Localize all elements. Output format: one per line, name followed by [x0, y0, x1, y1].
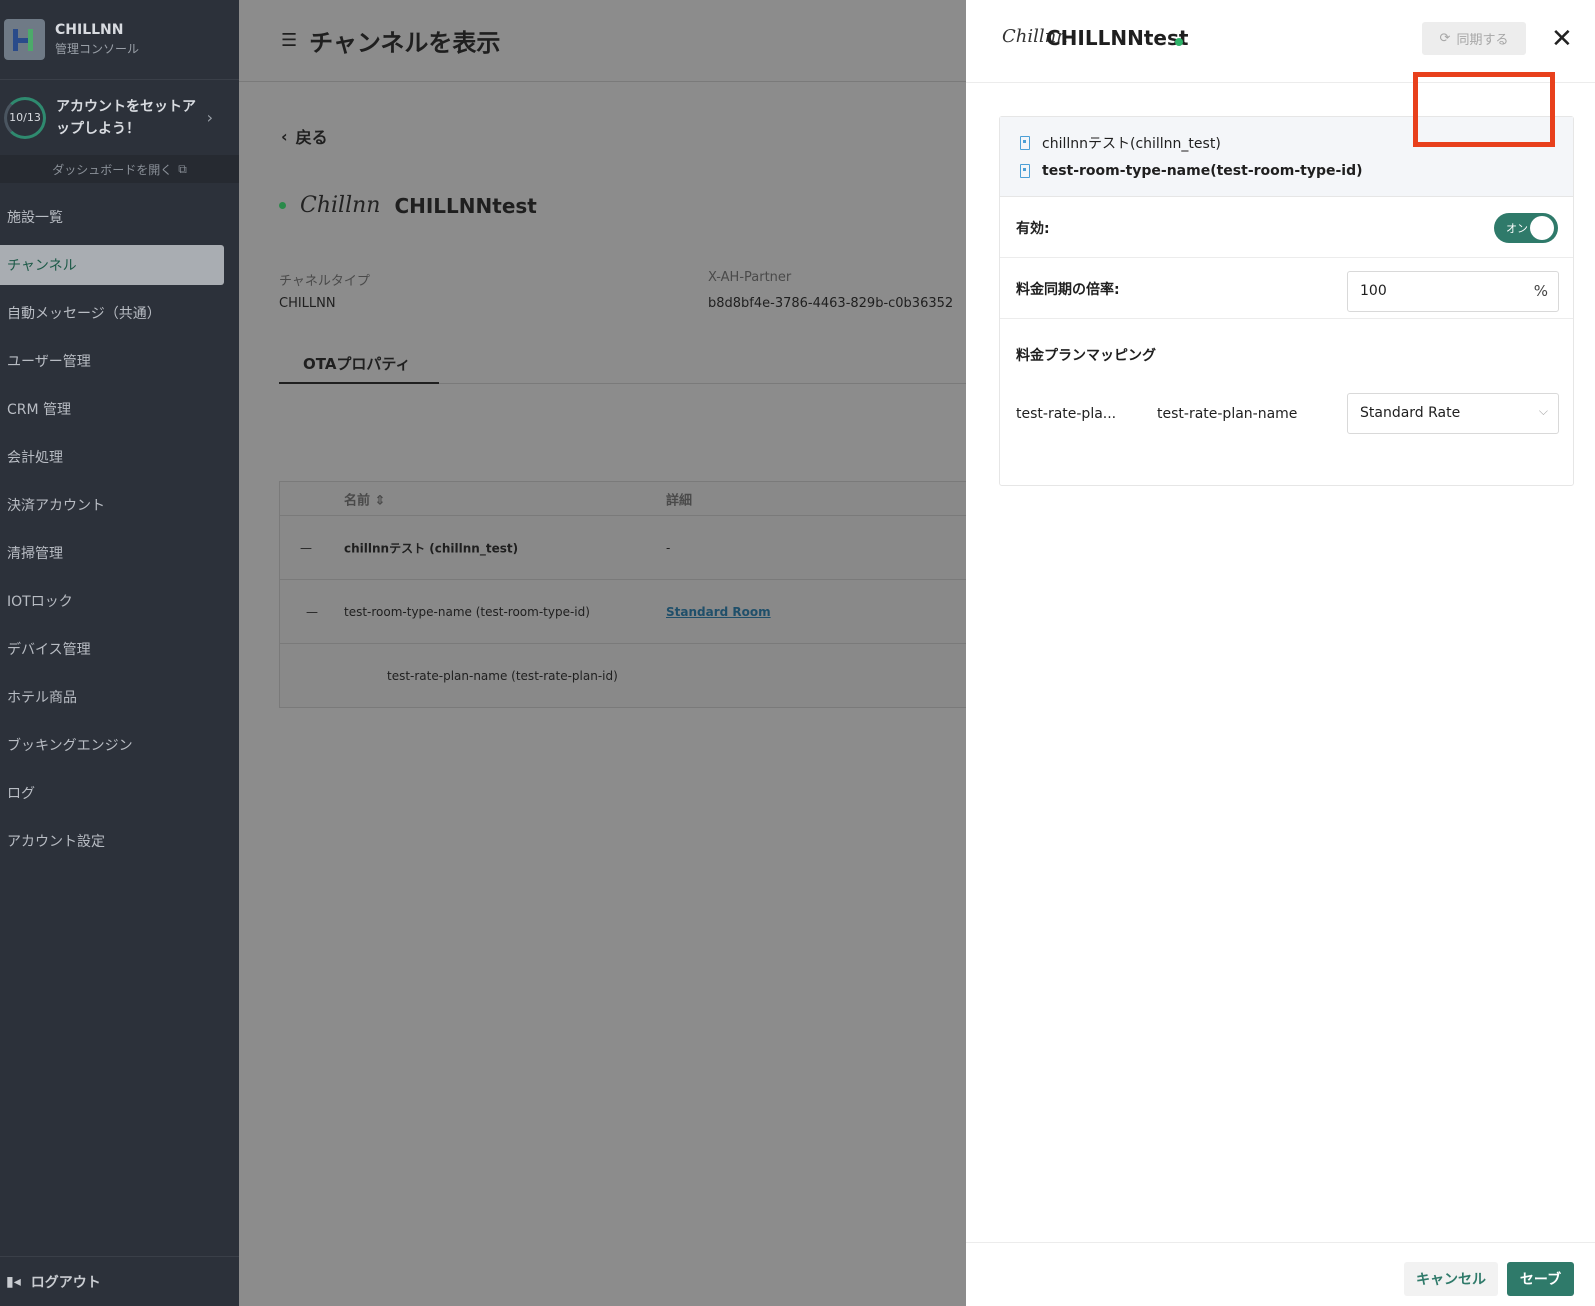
- sidebar-nav: 施設一覧 チャンネル 自動メッセージ（共通） ユーザー管理 CRM 管理 会計処…: [0, 197, 239, 861]
- page-title: チャンネルを表示: [309, 29, 501, 57]
- setup-progress-card[interactable]: 10/13 アカウントをセットアップしよう！ ›: [0, 80, 239, 155]
- toggle-knob: [1530, 216, 1554, 240]
- sidebar-item-channels[interactable]: チャンネル: [0, 245, 224, 285]
- building-icon: [1020, 136, 1030, 150]
- sidebar-item-iot-lock[interactable]: IOTロック: [0, 581, 224, 621]
- percent-suffix: %: [1533, 282, 1548, 300]
- status-dot: [1175, 38, 1183, 46]
- sync-icon: ⟳: [1439, 31, 1451, 46]
- back-label: 戻る: [295, 128, 328, 147]
- room-type-row: test-room-type-name(test-room-type-id): [1020, 163, 1363, 179]
- row-name: chillnnテスト (chillnn_test): [344, 541, 519, 555]
- column-header-detail: 詳細: [666, 493, 693, 508]
- dashboard-link[interactable]: ダッシュボードを開く ⧉: [0, 155, 239, 183]
- dashboard-link-label: ダッシュボードを開く: [52, 162, 173, 177]
- back-button[interactable]: ‹ 戻る: [281, 124, 328, 148]
- table-row: test-rate-plan-name (test-rate-plan-id): [280, 644, 1019, 708]
- partner-label: X-AH-Partner: [708, 270, 792, 285]
- status-dot: [279, 202, 286, 209]
- collapse-toggle[interactable]: —: [306, 605, 318, 619]
- sidebar-item-account-settings[interactable]: アカウント設定: [0, 821, 224, 861]
- drawer-header: Chillnn CHILLNNtest ⟳ 同期する ✕: [966, 0, 1595, 83]
- sidebar-item-devices[interactable]: デバイス管理: [0, 629, 224, 669]
- rate-multiplier-value: 100: [1360, 283, 1387, 299]
- brand-name: CHILLNN: [55, 22, 124, 38]
- setup-progress-ring: 10/13: [4, 96, 46, 139]
- toggle-label: オン: [1506, 222, 1528, 235]
- sidebar: CHILLNN 管理コンソール 10/13 アカウントをセットアップしよう！ ›…: [0, 0, 239, 1306]
- setup-text: アカウントをセットアップしよう！: [56, 98, 196, 137]
- channel-drawer: Chillnn CHILLNNtest ⟳ 同期する ✕ chillnnテスト(…: [966, 0, 1595, 1306]
- cancel-button[interactable]: キャンセル: [1404, 1262, 1498, 1296]
- sidebar-item-users[interactable]: ユーザー管理: [0, 341, 224, 381]
- column-header-name[interactable]: 名前 ⇕: [344, 489, 385, 508]
- rate-plan-select[interactable]: Standard Rate ⌵: [1347, 393, 1559, 434]
- sidebar-item-facilities[interactable]: 施設一覧: [0, 197, 224, 237]
- room-type-name: test-room-type-name(test-room-type-id): [1042, 163, 1363, 179]
- tab-ota-properties[interactable]: OTAプロパティ: [279, 344, 439, 384]
- property-name: chillnnテスト(chillnn_test): [1042, 136, 1221, 152]
- chevron-right-icon: ›: [206, 108, 213, 127]
- sidebar-item-accounting[interactable]: 会計処理: [0, 437, 224, 477]
- chevron-down-icon: ⌵: [1538, 404, 1548, 418]
- channel-heading: Chillnn CHILLNNtest: [279, 193, 537, 218]
- logout-label: ログアウト: [30, 1274, 101, 1291]
- sidebar-item-cleaning[interactable]: 清掃管理: [0, 533, 224, 573]
- channel-name: CHILLNNtest: [394, 193, 537, 218]
- save-button[interactable]: セーブ: [1507, 1262, 1574, 1296]
- toggle-highlight-box: [1413, 72, 1555, 147]
- channel-type-label: チャネルタイプ: [279, 274, 370, 289]
- rate-multiplier-label: 料金同期の倍率:: [1016, 282, 1120, 298]
- ota-property-table: 名前 ⇕ 詳細 — chillnnテスト (chillnn_test) - — …: [279, 481, 1019, 708]
- drawer-footer: キャンセル セーブ: [966, 1242, 1595, 1306]
- external-link-icon: ⧉: [178, 161, 187, 176]
- logout-icon: ▮◂: [6, 1273, 21, 1290]
- sync-label: 同期する: [1456, 33, 1509, 48]
- rate-plan-id: test-rate-pla...: [1016, 406, 1117, 422]
- enabled-toggle[interactable]: オン: [1494, 213, 1558, 243]
- sidebar-item-hotel-products[interactable]: ホテル商品: [0, 677, 224, 717]
- sidebar-item-crm[interactable]: CRM 管理: [0, 389, 224, 429]
- channel-type-value: CHILLNN: [279, 296, 336, 311]
- sync-button[interactable]: ⟳ 同期する: [1422, 22, 1526, 55]
- rate-plan-mapping-title: 料金プランマッピング: [1016, 348, 1156, 364]
- rate-multiplier-input[interactable]: 100 %: [1347, 271, 1559, 312]
- property-row: chillnnテスト(chillnn_test): [1020, 133, 1221, 153]
- property-card: chillnnテスト(chillnn_test) test-room-type-…: [999, 116, 1574, 486]
- table-row: — chillnnテスト (chillnn_test) -: [280, 516, 1019, 580]
- enabled-label: 有効:: [1016, 221, 1050, 237]
- collapse-toggle[interactable]: —: [300, 541, 312, 555]
- rate-plan-select-value: Standard Rate: [1360, 405, 1461, 421]
- row-name: test-rate-plan-name (test-rate-plan-id): [387, 669, 618, 683]
- partner-value: b8d8bf4e-3786-4463-829b-c0b36352: [708, 296, 954, 311]
- rate-plan-name: test-rate-plan-name: [1157, 406, 1298, 422]
- sidebar-item-booking-engine[interactable]: ブッキングエンジン: [0, 725, 224, 765]
- brand-logo-icon: [4, 19, 45, 60]
- brand-subtitle: 管理コンソール: [55, 42, 140, 56]
- tab-bar: OTAプロパティ: [279, 344, 999, 384]
- room-icon: [1020, 164, 1030, 178]
- sidebar-item-auto-messages[interactable]: 自動メッセージ（共通）: [0, 293, 224, 333]
- brand: CHILLNN 管理コンソール: [0, 0, 239, 80]
- chevron-left-icon: ‹: [281, 126, 288, 146]
- sidebar-item-payment-accounts[interactable]: 決済アカウント: [0, 485, 224, 525]
- row-name: test-room-type-name (test-room-type-id): [344, 604, 590, 619]
- sidebar-item-logs[interactable]: ログ: [0, 773, 224, 813]
- channel-logo: Chillnn: [300, 193, 381, 218]
- menu-icon[interactable]: ☰: [281, 30, 297, 51]
- logout-button[interactable]: ▮◂ ログアウト: [0, 1256, 239, 1306]
- drawer-title: CHILLNNtest: [1046, 26, 1189, 50]
- close-icon[interactable]: ✕: [1551, 24, 1573, 54]
- row-detail-link[interactable]: Standard Room: [666, 605, 771, 619]
- enabled-row: 有効: オン: [1000, 197, 1573, 258]
- row-detail: -: [666, 540, 671, 555]
- rate-multiplier-row: 料金同期の倍率: 100 %: [1000, 258, 1573, 319]
- table-header: 名前 ⇕ 詳細: [280, 482, 1019, 516]
- table-row: — test-room-type-name (test-room-type-id…: [280, 580, 1019, 644]
